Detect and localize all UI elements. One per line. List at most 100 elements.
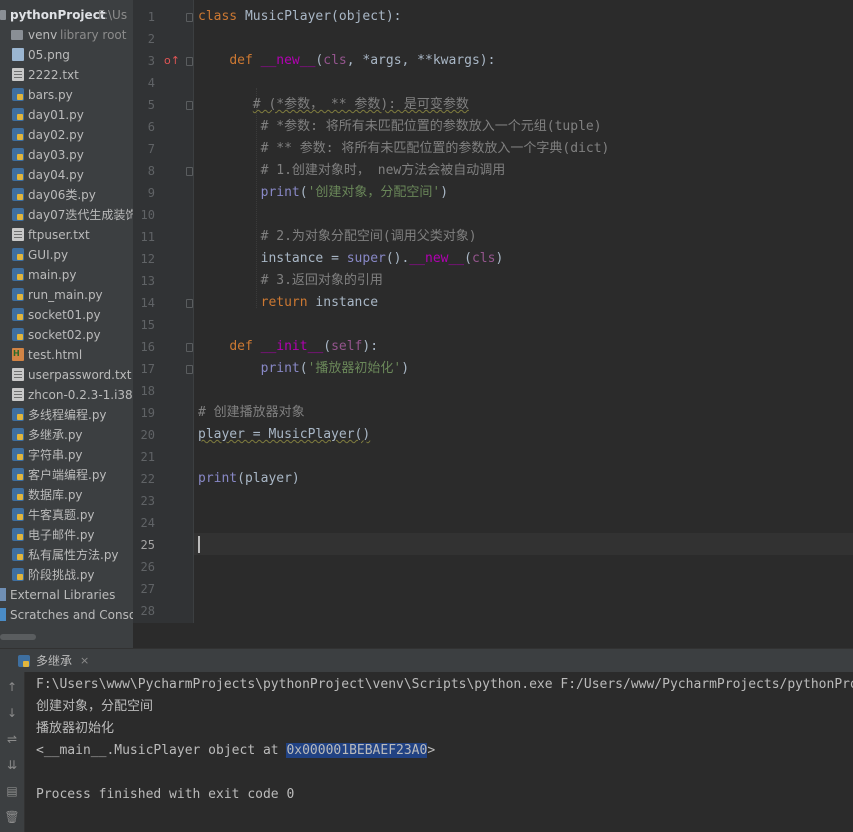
- tree-item-label: 私有属性方法.py: [28, 548, 119, 562]
- soft-wrap-icon[interactable]: ⇌: [3, 730, 21, 748]
- python-file-icon: [12, 508, 24, 521]
- arrow-down-icon[interactable]: ↓: [3, 704, 21, 722]
- python-file-icon: [12, 468, 24, 481]
- python-file-icon: [12, 448, 24, 461]
- text-file-icon: [12, 388, 24, 401]
- line-number: 1: [147, 10, 155, 24]
- tree-item-label: zhcon-0.2.3-1.i386: [28, 388, 133, 402]
- line-number: 27: [140, 582, 155, 596]
- line-number: 15: [140, 318, 155, 332]
- line-number: 18: [140, 384, 155, 398]
- fold-marker-icon[interactable]: [186, 57, 193, 66]
- line-number: 26: [140, 560, 155, 574]
- tree-item-label: day06类.py: [28, 188, 96, 202]
- line-number: 25: [140, 538, 155, 552]
- tree-item-suffix: library root: [60, 28, 127, 42]
- code-line-14: return instance: [260, 295, 379, 310]
- code-line-17: print('播放器初始化'): [260, 361, 410, 376]
- tree-item-label: 多线程编程.py: [28, 408, 107, 422]
- line-number: 19: [140, 406, 155, 420]
- scroll-to-end-icon[interactable]: ⇊: [3, 756, 21, 774]
- console-output[interactable]: F:\Users\www\PycharmProjects\pythonProje…: [25, 672, 853, 832]
- folder-icon: [0, 10, 6, 20]
- python-file-icon: [12, 288, 24, 301]
- fold-marker-icon[interactable]: [186, 343, 193, 352]
- override-icon[interactable]: o↑: [164, 54, 180, 67]
- editor-gutter: 1 2 3 4 5 6 7 8 9 10 11 12 13 14 15 16 17 18 19 20 21 22 23 24 2…: [133, 0, 194, 623]
- tree-item-label: day02.py: [28, 128, 84, 142]
- line-number: 16: [140, 340, 155, 354]
- scratches-icon: [0, 608, 6, 621]
- line-number: 10: [140, 208, 155, 222]
- tree-item-label: 数据库.py: [28, 488, 83, 502]
- console-output-line: 播放器初始化: [36, 721, 115, 736]
- code-line-13: # 3.返回对象的引用: [260, 273, 383, 288]
- code-line-7: # ** 参数: 将所有未匹配位置的参数放入一个字典(dict): [260, 141, 610, 156]
- fold-marker-icon[interactable]: [186, 13, 193, 22]
- html-file-icon: [12, 344, 24, 364]
- tree-item-label: day01.py: [28, 108, 84, 122]
- folder-icon: [11, 30, 23, 40]
- tree-item-label: 客户端编程.py: [28, 468, 107, 482]
- print-icon[interactable]: ▤: [3, 782, 21, 800]
- trash-icon[interactable]: 🗑: [3, 808, 21, 826]
- line-number: 7: [147, 142, 155, 156]
- line-number: 13: [140, 274, 155, 288]
- python-file-icon: [12, 528, 24, 541]
- code-line-22: print(player): [198, 471, 300, 486]
- editor-bottom-area: [133, 623, 853, 648]
- text-caret: [198, 536, 200, 553]
- python-file-icon: [12, 568, 24, 581]
- line-number: 3: [147, 54, 155, 68]
- python-file-icon: [12, 248, 24, 261]
- python-file-icon: [12, 128, 24, 141]
- python-file-icon: [12, 328, 24, 341]
- run-tab-label: 多继承: [36, 654, 73, 668]
- text-file-icon: [12, 368, 24, 381]
- line-number: 21: [140, 450, 155, 464]
- code-line-3: def __new__(cls, *args, **kwargs):: [229, 53, 496, 68]
- code-line-16: def __init__(self):: [229, 339, 379, 354]
- fold-marker-icon[interactable]: [186, 299, 193, 308]
- python-file-icon: [12, 88, 24, 101]
- project-root-path: F:\Us: [98, 8, 128, 22]
- library-icon: [0, 588, 6, 601]
- tree-item-label: External Libraries: [10, 588, 116, 602]
- tree-item-label: 阶段挑战.py: [28, 568, 95, 582]
- run-toolbar: ↑ ↓ ⇌ ⇊ ▤ 🗑: [0, 672, 25, 832]
- line-number: 28: [140, 604, 155, 618]
- code-line-9: print('创建对象，分配空间'): [260, 185, 449, 200]
- console-command-line: F:\Users\www\PycharmProjects\pythonProje…: [36, 677, 853, 692]
- line-number: 23: [140, 494, 155, 508]
- fold-marker-icon[interactable]: [186, 101, 193, 110]
- current-line-highlight: [194, 533, 853, 555]
- close-tab-icon[interactable]: ×: [80, 649, 89, 673]
- python-file-icon: [12, 488, 24, 501]
- line-number: 20: [140, 428, 155, 442]
- tree-item-label: userpassword.txt: [28, 368, 132, 382]
- console-output-line: 创建对象，分配空间: [36, 699, 154, 714]
- python-file-icon: [12, 168, 24, 181]
- console-exit-line: Process finished with exit code 0: [36, 787, 295, 802]
- python-file-icon: [18, 655, 30, 667]
- fold-marker-icon[interactable]: [186, 365, 193, 374]
- tree-item-label: 05.png: [28, 48, 70, 62]
- python-file-icon: [12, 188, 24, 201]
- code-editor[interactable]: class MusicPlayer(object): def __new__(c…: [194, 0, 853, 623]
- code-line-12: instance = super().__new__(cls): [260, 251, 504, 266]
- python-file-icon: [12, 268, 24, 281]
- arrow-up-icon[interactable]: ↑: [3, 678, 21, 696]
- python-file-icon: [12, 548, 24, 561]
- fold-marker-icon[interactable]: [186, 167, 193, 176]
- code-line-6: # *参数: 将所有未匹配位置的参数放入一个元组(tuple): [260, 119, 602, 134]
- python-file-icon: [12, 428, 24, 441]
- tree-item-label: 字符串.py: [28, 448, 83, 462]
- code-line-1: class MusicPlayer(object):: [198, 9, 402, 24]
- line-number: 12: [140, 252, 155, 266]
- project-root-name: pythonProject: [10, 8, 106, 22]
- line-number: 17: [140, 362, 155, 376]
- line-number: 5: [147, 98, 155, 112]
- tree-item-label: day04.py: [28, 168, 84, 182]
- horizontal-scrollbar[interactable]: [0, 634, 36, 640]
- text-file-icon: [12, 228, 24, 241]
